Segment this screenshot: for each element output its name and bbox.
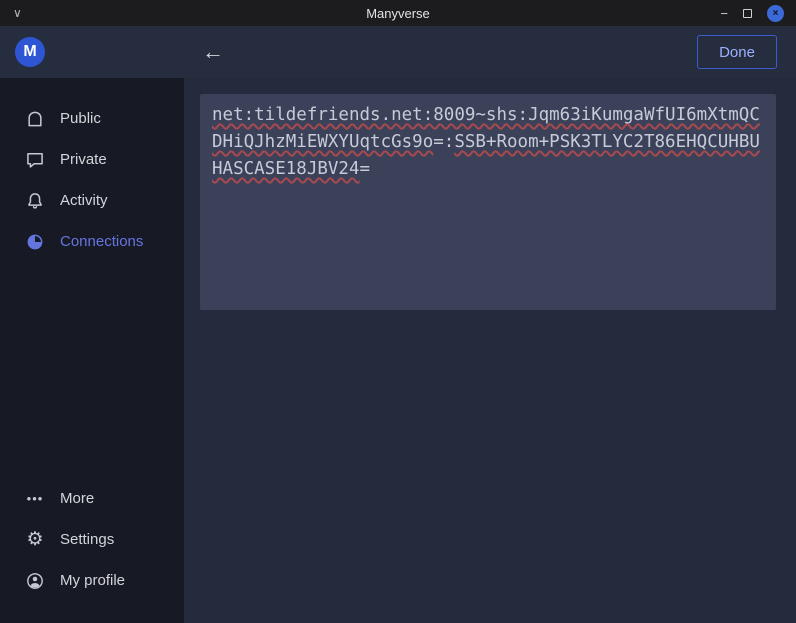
- close-button[interactable]: ×: [767, 5, 784, 22]
- sidebar-item-label: Private: [60, 151, 107, 168]
- sidebar-item-activity[interactable]: Activity: [0, 180, 184, 221]
- sidebar-item-more[interactable]: ••• More: [0, 478, 184, 519]
- manyverse-logo: M: [15, 37, 45, 67]
- app-body: Public Private: [0, 78, 796, 623]
- sidebar-item-label: More: [60, 490, 94, 507]
- sidebar-item-my-profile[interactable]: My profile: [0, 560, 184, 601]
- window-menu-icon[interactable]: ∨: [13, 0, 22, 26]
- sidebar-item-label: Public: [60, 110, 101, 127]
- sidebar-item-connections[interactable]: Connections: [0, 221, 184, 262]
- bell-icon: [25, 191, 45, 211]
- sidebar-item-private[interactable]: Private: [0, 139, 184, 180]
- window-title: Manyverse: [366, 6, 430, 21]
- connections-icon: [25, 232, 45, 252]
- sidebar-item-label: My profile: [60, 572, 125, 589]
- invite-text-segment: net:tildefriends.net:8009~shs:Jqm63iKumg…: [212, 105, 760, 125]
- sidebar-item-label: Settings: [60, 531, 114, 548]
- invite-code-input[interactable]: net:tildefriends.net:8009~shs:Jqm63iKumg…: [200, 94, 776, 310]
- sidebar-item-settings[interactable]: ⚙ Settings: [0, 519, 184, 560]
- sidebar: Public Private: [0, 78, 184, 623]
- connections-invite-page: net:tildefriends.net:8009~shs:Jqm63iKumg…: [184, 78, 796, 623]
- window-controls: − ×: [720, 0, 784, 26]
- invite-text-segment: DHiQJhzMiEWXYUqtcGs9o: [212, 132, 433, 152]
- sidebar-item-public[interactable]: Public: [0, 98, 184, 139]
- invite-text-segment: =:: [433, 132, 454, 152]
- logo-letter: M: [23, 43, 36, 61]
- message-icon: [25, 150, 45, 170]
- public-icon: [25, 109, 45, 129]
- sidebar-main-nav: Public Private: [0, 98, 184, 262]
- gear-icon: ⚙: [25, 530, 45, 550]
- restore-button[interactable]: [743, 9, 752, 18]
- restore-icon: [743, 9, 752, 18]
- done-button[interactable]: Done: [697, 35, 777, 69]
- sidebar-item-label: Connections: [60, 233, 143, 250]
- more-dots-icon: •••: [25, 489, 45, 509]
- invite-text-segment: =: [360, 159, 371, 179]
- invite-text-segment: SSB+Room+PSK3TLYC2T86EHQCUHBU: [454, 132, 760, 152]
- manyverse-window: ∨ Manyverse − × M ← Done: [0, 0, 796, 623]
- sidebar-item-label: Activity: [60, 192, 108, 209]
- app-header: M ← Done: [0, 26, 796, 78]
- titlebar: ∨ Manyverse − ×: [0, 0, 796, 26]
- minimize-button[interactable]: −: [720, 6, 728, 21]
- profile-icon: [25, 571, 45, 591]
- invite-text-segment: HASCASE18JBV24: [212, 159, 360, 179]
- back-button[interactable]: ←: [202, 26, 224, 78]
- sidebar-bottom-nav: ••• More ⚙ Settings My profil: [0, 478, 184, 601]
